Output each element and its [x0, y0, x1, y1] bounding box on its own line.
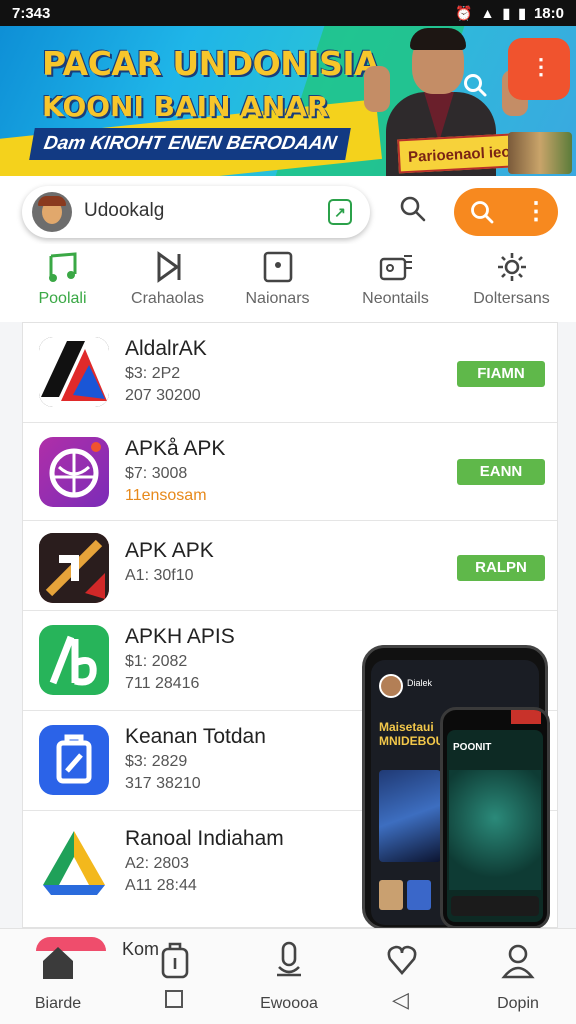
music-note-icon	[48, 252, 76, 282]
install-button[interactable]: FIAMN	[457, 361, 545, 387]
app-downloads: 711 28416	[125, 675, 200, 692]
app-downloads: A11 28:44	[125, 877, 197, 894]
app-price: $3: 2P2	[125, 365, 181, 382]
app-name: APK APK	[125, 539, 214, 562]
banner-tagline: Dam KIROHT ENEN BERODAAN	[29, 128, 352, 160]
app-name: APKH APIS	[125, 625, 235, 648]
more-vert-icon[interactable]: ⋮	[524, 197, 548, 226]
search-input[interactable]: Udookalg ↗	[22, 186, 370, 238]
settings-cog-icon	[497, 253, 526, 281]
nav-label: Dopin	[497, 995, 539, 1012]
tab-doltersans[interactable]: Doltersans	[454, 244, 569, 322]
back-button[interactable]: ◁	[392, 987, 409, 1013]
phone-mockup-front: POONIT	[440, 707, 550, 929]
mockup-bar	[451, 896, 539, 916]
mockup-artwork	[449, 770, 541, 890]
app-price: $1: 2082	[125, 653, 188, 670]
search-icon[interactable]	[398, 194, 428, 224]
user-icon	[501, 944, 535, 979]
mockup-artwork	[379, 770, 441, 862]
recents-button[interactable]	[165, 990, 183, 1008]
list-item[interactable]: AldalrAK $3: 2P2 207 30200 FIAMN	[23, 323, 557, 423]
news-icon	[263, 251, 292, 283]
app-name: Ranoal Indiaham	[125, 827, 284, 850]
tab-label: Crahaolas	[131, 290, 204, 307]
heart-chat-icon	[387, 945, 417, 975]
tab-label: Poolali	[38, 290, 87, 307]
mockup-text: Dialek	[407, 678, 433, 688]
tab-label: Doltersans	[473, 290, 550, 307]
avatar	[379, 674, 403, 698]
app-downloads: 317 38210	[125, 775, 201, 792]
app-price: $3: 2829	[125, 753, 188, 770]
wifi-icon: ▲	[480, 5, 495, 21]
search-row: Udookalg ↗ ⋮	[0, 176, 576, 244]
app-name: APKå APK	[125, 437, 226, 460]
aldalrak-app-icon	[39, 337, 109, 407]
banner-menu-bubble[interactable]: ⋮	[508, 38, 570, 100]
phone-badge-icon[interactable]: ↗	[328, 199, 352, 225]
list-item[interactable]: APK APK A1: 30f10 RALPN	[23, 521, 557, 611]
app-name: AldalrAK	[125, 337, 207, 360]
app-name: Keanan Totdan	[125, 725, 266, 748]
status-time: 7:343	[12, 4, 51, 22]
gamepad-icon	[379, 255, 412, 281]
mockup-thumb	[379, 880, 403, 910]
install-button[interactable]: RALPN	[457, 555, 545, 581]
nav-profile[interactable]: Dopin	[463, 941, 573, 1021]
bottom-nav: Kom Biarde Ewoooa Dopin ◁	[0, 928, 576, 1024]
keanan-app-icon	[39, 725, 109, 795]
app-downloads: 11ensosam	[125, 487, 207, 504]
tab-label: Naionars	[245, 290, 310, 307]
app-downloads: 207 30200	[125, 387, 201, 404]
nav-shield-bag[interactable]	[120, 941, 230, 1021]
app-screen: 7:343 ⏰ ▲ ▮ ▮ 18:0 PACAR UNDONISIA KOONI…	[0, 0, 576, 1024]
list-item[interactable]: APKå APK $7: 3008 11ensosam EANN	[23, 423, 557, 521]
nav-label: Biarde	[34, 995, 82, 1012]
nav-label: Ewoooa	[260, 995, 318, 1012]
more-vert-icon: ⋮	[530, 54, 552, 79]
play-icon	[157, 251, 180, 283]
status-right-time: 18:0	[533, 4, 564, 22]
tab-poolali[interactable]: Poolali	[5, 244, 120, 322]
alarm-icon: ⏰	[455, 4, 473, 21]
tab-crahaolas[interactable]: Crahaolas	[110, 244, 225, 322]
avatar[interactable]	[32, 192, 72, 232]
ranoal-app-icon	[39, 827, 109, 897]
status-bar: 7:343 ⏰ ▲ ▮ ▮ 18:0	[0, 0, 576, 26]
tab-neontails[interactable]: Neontails	[338, 244, 453, 322]
app-price: A1: 30f10	[125, 567, 194, 584]
category-tabs: Poolali Crahaolas Naionars Neontails Dol…	[0, 244, 576, 322]
nav-device[interactable]: Ewoooa	[234, 941, 344, 1021]
shield-bag-icon	[161, 942, 189, 979]
banner-headline: PACAR UNDONISIA	[42, 44, 380, 83]
apk-arrow-app-icon	[39, 533, 109, 603]
banner-search-icon[interactable]	[462, 72, 488, 104]
tab-label: Neontails	[362, 290, 429, 307]
home-icon	[43, 947, 73, 979]
search-icon[interactable]	[468, 198, 496, 226]
app-price: $7: 3008	[125, 465, 188, 482]
apk-globe-app-icon	[39, 437, 109, 507]
battery-icon: ▮	[518, 4, 526, 21]
promo-banner[interactable]: PACAR UNDONISIA KOONI BAIN ANAR Dam KIRO…	[0, 26, 576, 176]
mic-device-icon	[277, 941, 301, 977]
tab-naionars[interactable]: Naionars	[220, 244, 335, 322]
mockup-title: POONIT	[453, 742, 492, 753]
apkh-app-icon	[39, 625, 109, 695]
banner-subheadline: KOONI BAIN ANAR	[42, 90, 329, 123]
banner-product-boxes	[508, 132, 572, 174]
search-menu-pill[interactable]: ⋮	[454, 188, 558, 236]
search-placeholder: Udookalg	[84, 200, 165, 221]
nav-home[interactable]: Biarde	[3, 941, 113, 1021]
mockup-thumb	[407, 880, 431, 910]
app-price: A2: 2803	[125, 855, 190, 872]
status-icons: ⏰ ▲ ▮ ▮ 18:0	[455, 5, 564, 22]
install-button[interactable]: EANN	[457, 459, 545, 485]
signal-icon: ▮	[502, 4, 511, 21]
